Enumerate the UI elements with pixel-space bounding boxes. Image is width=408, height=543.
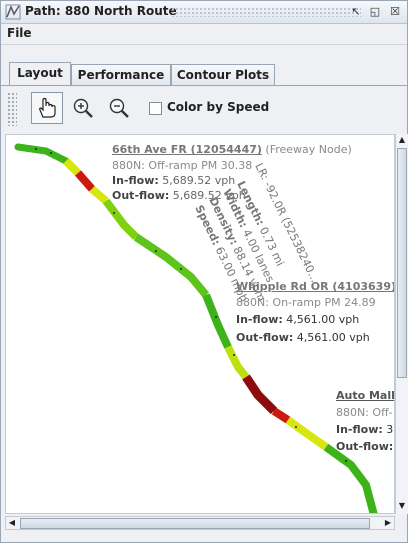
tab-layout-label: Layout [17, 66, 63, 80]
node-whipple-rd-outflow: Out-flow: 4,561.00 vph [236, 331, 370, 344]
node-66th-ave[interactable]: 66th Ave FR (12054447) (Freeway Node) [112, 143, 352, 156]
scroll-down-icon[interactable]: ▼ [396, 500, 408, 512]
inflow-value: 4,561.00 vph [286, 313, 360, 326]
scroll-right-icon[interactable]: ▶ [382, 517, 394, 529]
tab-performance-label: Performance [77, 68, 165, 82]
title-grip [171, 7, 361, 17]
title-bar[interactable]: Path: 880 North Route ↖ ◱ ☒ [1, 1, 407, 24]
map-canvas[interactable]: 66th Ave FR (12054447) (Freeway Node) 88… [5, 134, 395, 514]
node-whipple-rd-name: Whipple Rd OR (4103639) [236, 280, 395, 293]
node-66th-ave-name: 66th Ave FR (12054447) [112, 143, 262, 156]
pan-tool-button[interactable] [31, 92, 63, 124]
path-icon [5, 4, 21, 20]
inflow-value: 3, [386, 423, 394, 436]
inflow-label: In-flow: [236, 313, 283, 326]
tab-performance[interactable]: Performance [71, 64, 171, 85]
node-auto-mall[interactable]: Auto Mall I [336, 389, 395, 402]
close-icon[interactable]: ☒ [387, 4, 403, 20]
node-whipple-rd[interactable]: Whipple Rd OR (4103639) ( [236, 280, 395, 293]
toolbar-grip[interactable] [7, 92, 17, 126]
node-66th-ave-desc: 880N: Off-ramp PM 30.38 [112, 159, 253, 172]
horizontal-scrollbar[interactable]: ◀ ▶ [5, 516, 395, 530]
maximize-icon[interactable]: ◱ [367, 4, 383, 20]
toolbar: Color by Speed [5, 89, 405, 129]
color-by-speed-checkbox[interactable] [149, 102, 162, 115]
outflow-label: Out-flow: [236, 331, 294, 344]
minimize-icon[interactable]: ↖ [348, 4, 364, 20]
application-window: Path: 880 North Route ↖ ◱ ☒ File Layout … [0, 0, 408, 543]
inflow-value: 5,689.52 vph [162, 174, 236, 187]
menu-file[interactable]: File [7, 26, 32, 40]
tab-contour-plots[interactable]: Contour Plots [171, 64, 275, 85]
node-66th-ave-kind: (Freeway Node) [265, 143, 352, 156]
zoom-out-icon [109, 98, 129, 118]
node-whipple-rd-desc: 880N: On-ramp PM 24.89 [236, 296, 376, 309]
node-auto-mall-outflow: Out-flow: [336, 440, 393, 453]
outflow-value: 4,561.00 vph [296, 331, 370, 344]
inflow-label: In-flow: [112, 174, 159, 187]
scroll-left-icon[interactable]: ◀ [6, 517, 18, 529]
node-whipple-rd-inflow: In-flow: 4,561.00 vph [236, 313, 359, 326]
window-title: Path: 880 North Route [25, 4, 177, 18]
zoom-in-icon [73, 98, 93, 118]
node-66th-ave-inflow: In-flow: 5,689.52 vph [112, 174, 235, 187]
tab-layout[interactable]: Layout [9, 62, 71, 86]
menu-bar: File [1, 24, 407, 45]
horizontal-scroll-thumb[interactable] [20, 518, 370, 529]
outflow-label: Out-flow: [112, 189, 170, 202]
inflow-label: In-flow: [336, 423, 383, 436]
zoom-out-button[interactable] [103, 92, 135, 124]
vertical-scrollbar[interactable]: ▲ ▼ [395, 134, 408, 514]
vertical-scroll-thumb[interactable] [397, 148, 407, 378]
node-auto-mall-desc: 880N: Off- [336, 406, 393, 419]
color-by-speed-label: Color by Speed [167, 100, 270, 114]
scroll-up-icon[interactable]: ▲ [396, 134, 408, 146]
node-auto-mall-name: Auto Mall I [336, 389, 395, 402]
tab-strip: Layout Performance Contour Plots [1, 44, 407, 86]
tab-contour-plots-label: Contour Plots [176, 68, 270, 82]
outflow-label: Out-flow: [336, 440, 394, 453]
tab-divider [1, 85, 407, 86]
hand-icon [39, 97, 56, 118]
node-auto-mall-inflow: In-flow: 3, [336, 423, 394, 436]
zoom-in-button[interactable] [67, 92, 99, 124]
